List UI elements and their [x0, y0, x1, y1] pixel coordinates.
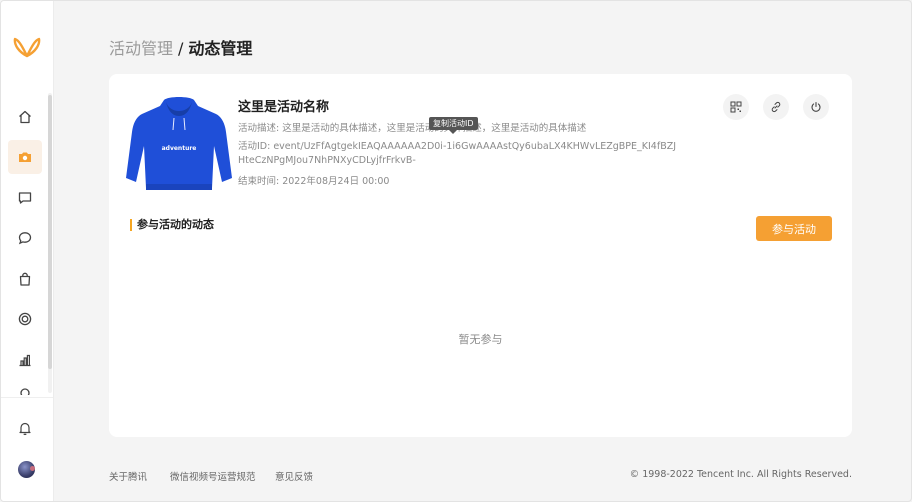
notification-button[interactable] — [8, 411, 42, 445]
breadcrumb-current: 动态管理 — [188, 39, 253, 58]
sidebar-item-live[interactable] — [8, 302, 42, 336]
activity-card: adventure 这里是活动名称 活动描述: 这里是活动的具体描述，这里是活动… — [109, 74, 852, 437]
activity-end-time: 结束时间: 2022年08月24日 00:00 — [238, 176, 390, 187]
empty-state-text: 暂无参与 — [458, 333, 503, 346]
sidebar-item-data[interactable] — [8, 343, 42, 377]
sidebar-item-shop[interactable] — [8, 262, 42, 296]
footer-link-about[interactable]: 关于腾讯 — [109, 469, 147, 483]
activity-description: 活动描述: 这里是活动的具体描述，这里是活动的具体描述，这里是活动的具体描述 — [238, 123, 587, 134]
activity-id[interactable]: 活动ID: event/UzFfAgtgekIEAQAAAAAA2D0i-1i6… — [238, 140, 678, 168]
sidebar-item-comments[interactable] — [8, 221, 42, 255]
app-window: 活动管理 / 动态管理 adventure 这里是活动名称 活动描述: 这里是活动的… — [0, 0, 912, 502]
join-activity-button[interactable]: 参与活动 — [756, 216, 832, 241]
camera-icon — [19, 152, 31, 162]
shopping-bag-icon — [19, 272, 31, 286]
end-activity-button[interactable] — [803, 94, 829, 120]
product-image: adventure — [126, 97, 232, 190]
sidebar-scrollbar-thumb[interactable] — [48, 95, 52, 369]
message-square-icon — [18, 192, 32, 204]
sidebar — [1, 1, 54, 501]
user-avatar[interactable] — [18, 461, 35, 478]
sidebar-divider — [1, 397, 53, 398]
link-icon — [771, 101, 781, 113]
breadcrumb: 活动管理 / 动态管理 — [109, 39, 252, 59]
power-icon — [811, 101, 821, 112]
qrcode-button[interactable] — [723, 94, 749, 120]
breadcrumb-parent[interactable]: 活动管理 — [109, 39, 173, 58]
sidebar-item-messages[interactable] — [8, 181, 42, 215]
sidebar-item-activity[interactable] — [8, 140, 42, 174]
copy-link-button[interactable] — [763, 94, 789, 120]
home-icon — [19, 110, 31, 124]
copy-id-tooltip: 复制活动ID — [429, 117, 478, 134]
sidebar-item-settings[interactable] — [8, 383, 42, 395]
activity-title: 这里是活动名称 — [238, 100, 330, 115]
settings-icon — [20, 388, 30, 395]
qrcode-icon — [730, 101, 742, 113]
bar-chart-icon — [19, 354, 31, 367]
bell-icon — [19, 422, 31, 436]
logo-icon — [13, 37, 41, 58]
sidebar-item-home[interactable] — [8, 100, 42, 134]
product-print-text: adventure — [162, 145, 197, 152]
chat-bubble-icon — [18, 232, 32, 245]
footer-link-rules[interactable]: 微信视频号运营规范 — [170, 469, 256, 483]
target-icon — [18, 312, 32, 326]
footer-link-feedback[interactable]: 意见反馈 — [275, 469, 313, 483]
section-title: 参与活动的动态 — [130, 219, 214, 231]
breadcrumb-separator: / — [178, 39, 184, 58]
copyright-text: © 1998-2022 Tencent Inc. All Rights Rese… — [629, 469, 852, 480]
